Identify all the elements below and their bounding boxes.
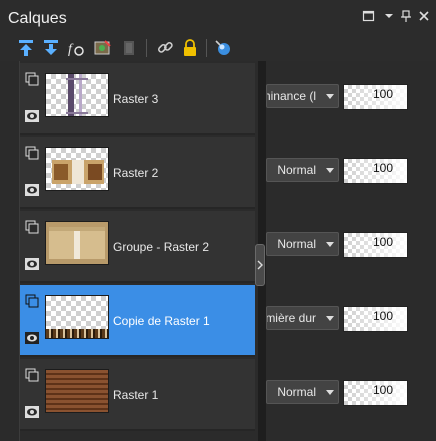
- layer-name[interactable]: Raster 3: [113, 92, 158, 106]
- eye-icon[interactable]: [25, 109, 39, 122]
- link-icon[interactable]: [155, 38, 175, 58]
- thumb-line: [66, 112, 88, 114]
- new-vector-layer-icon[interactable]: [41, 38, 61, 58]
- blend-mode-value: umière dur: [266, 311, 316, 325]
- new-adjustment-layer-icon[interactable]: f: [66, 38, 86, 58]
- lock-icon[interactable]: [180, 38, 200, 58]
- opacity-slider[interactable]: 100: [343, 306, 408, 332]
- blend-mode-value: Normal: [277, 237, 316, 251]
- chevron-down-icon: [325, 241, 335, 249]
- chevron-down-icon[interactable]: [383, 9, 399, 25]
- layer-thumbnail: [45, 221, 109, 265]
- thumb-line: [66, 78, 88, 80]
- layers-toolbar: f: [0, 35, 436, 61]
- thumb-frame: [72, 160, 84, 184]
- layer-name[interactable]: Copie de Raster 1: [113, 314, 210, 328]
- opacity-value: 100: [372, 309, 393, 323]
- opacity-value: 100: [372, 235, 393, 249]
- layer-properties: Normal 100: [266, 137, 436, 209]
- thumb-bar: [68, 74, 74, 116]
- opacity-slider[interactable]: 100: [343, 380, 408, 406]
- layer-properties: Normal 100: [266, 211, 436, 283]
- layer-properties: Normal 100: [266, 359, 436, 431]
- layer-row-selected[interactable]: Copie de Raster 1: [20, 285, 255, 357]
- toolbar-divider: [146, 39, 147, 57]
- blend-mode-dropdown[interactable]: Normal: [266, 380, 339, 404]
- panel-title: Calques: [8, 10, 67, 27]
- thumb-figure: [54, 164, 68, 180]
- layer-type-icon[interactable]: [25, 294, 39, 308]
- layer-type-icon[interactable]: [25, 146, 39, 160]
- thumb-figure: [88, 164, 102, 180]
- thumb-frame: [74, 227, 80, 259]
- eye-icon[interactable]: [25, 257, 39, 270]
- eye-icon[interactable]: [25, 331, 39, 344]
- layer-type-icon[interactable]: [25, 72, 39, 86]
- opacity-value: 100: [372, 161, 393, 175]
- thumb-line: [49, 227, 105, 231]
- layer-row[interactable]: Raster 3: [20, 63, 255, 135]
- splitter-handle[interactable]: [255, 244, 265, 286]
- layer-thumbnail: [45, 369, 109, 413]
- chevron-down-icon: [325, 315, 335, 323]
- properties-icon[interactable]: [213, 38, 233, 58]
- blend-mode-dropdown[interactable]: Normal: [266, 158, 339, 182]
- layer-type-icon[interactable]: [25, 220, 39, 234]
- layer-thumbnail: [45, 147, 109, 191]
- thumb-bar: [79, 74, 82, 116]
- pin-icon[interactable]: [399, 9, 415, 25]
- chevron-down-icon: [325, 389, 335, 397]
- delete-layer-icon[interactable]: [119, 38, 139, 58]
- blend-mode-value: Normal: [277, 385, 316, 399]
- layer-thumbnail: [45, 73, 109, 117]
- layer-row[interactable]: Raster 2: [20, 137, 255, 209]
- blend-mode-dropdown[interactable]: minance (l: [266, 84, 339, 108]
- layer-type-icon[interactable]: [25, 368, 39, 382]
- blend-mode-value: minance (l: [266, 89, 316, 103]
- opacity-value: 100: [372, 87, 393, 101]
- blend-mode-dropdown[interactable]: Normal: [266, 232, 339, 256]
- svg-text:f: f: [68, 42, 74, 57]
- mask-icon[interactable]: [93, 38, 113, 58]
- layer-thumbnail: [45, 295, 109, 339]
- opacity-slider[interactable]: 100: [343, 84, 408, 110]
- layer-name[interactable]: Groupe - Raster 2: [113, 240, 209, 254]
- chevron-down-icon: [325, 167, 335, 175]
- maximize-icon[interactable]: [362, 9, 378, 25]
- new-raster-layer-icon[interactable]: [16, 38, 36, 58]
- layer-properties: umière dur 100: [266, 285, 436, 357]
- layer-properties: minance (l 100: [266, 63, 436, 135]
- eye-icon[interactable]: [25, 405, 39, 418]
- thumb-strip: [46, 329, 108, 338]
- opacity-slider[interactable]: 100: [343, 158, 408, 184]
- chevron-down-icon: [325, 93, 335, 101]
- panel-title-bar: Calques: [0, 0, 436, 35]
- layer-row[interactable]: Groupe - Raster 2: [20, 211, 255, 283]
- layer-row[interactable]: Raster 1: [20, 359, 255, 431]
- blend-mode-value: Normal: [277, 163, 316, 177]
- layer-name[interactable]: Raster 2: [113, 166, 158, 180]
- close-icon[interactable]: [418, 9, 434, 25]
- opacity-value: 100: [372, 383, 393, 397]
- eye-icon[interactable]: [25, 183, 39, 196]
- layer-name[interactable]: Raster 1: [113, 388, 158, 402]
- toolbar-divider: [206, 39, 207, 57]
- blend-mode-dropdown[interactable]: umière dur: [266, 306, 339, 330]
- layers-list: Raster 3 minance (l 100 Raster 2 Normal: [0, 61, 436, 441]
- opacity-slider[interactable]: 100: [343, 232, 408, 258]
